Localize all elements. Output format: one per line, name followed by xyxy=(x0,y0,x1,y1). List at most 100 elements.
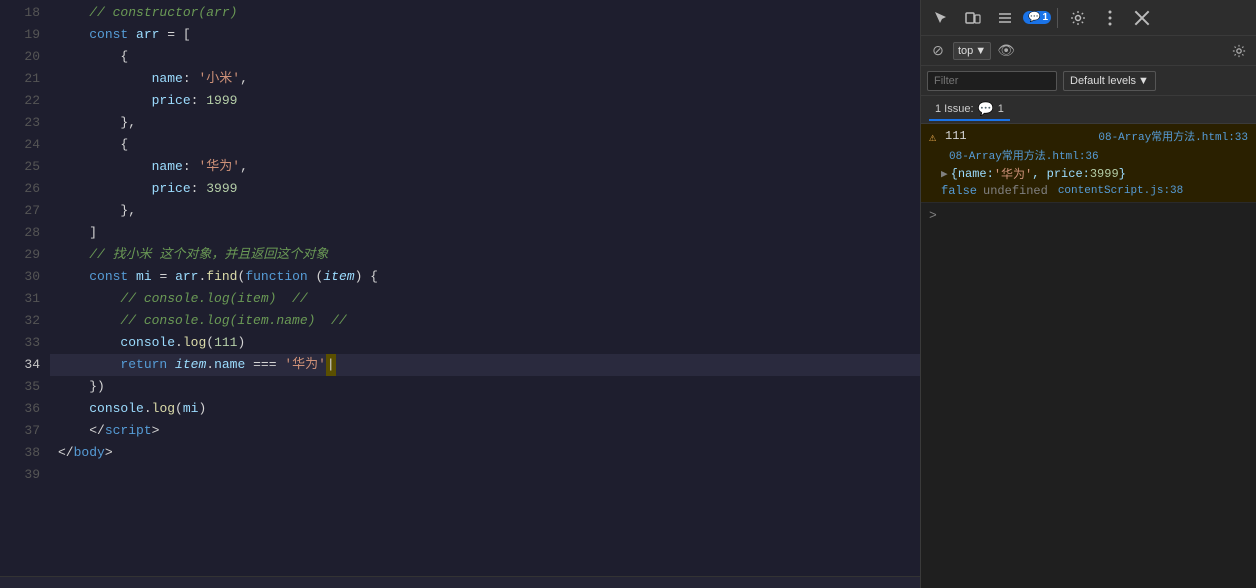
close-devtools-button[interactable] xyxy=(1128,4,1156,32)
line-num-28: 28 xyxy=(0,222,40,244)
line-num-18: 18 xyxy=(0,2,40,24)
line-num-38: 38 xyxy=(0,442,40,464)
code-line-39 xyxy=(50,464,920,486)
more-tabs-button[interactable] xyxy=(991,4,1019,32)
editor-panel: 18 19 20 21 22 23 24 25 26 27 28 29 30 3… xyxy=(0,0,920,588)
entry-price-label: , price: xyxy=(1032,167,1090,181)
line-num-30: 30 xyxy=(0,266,40,288)
code-content: // constructor(arr) const arr = [ { name… xyxy=(50,0,920,576)
console-entry-warn: ⚠ 111 08-Array常用方法.html:33 08-Array常用方法.… xyxy=(921,124,1256,203)
line-num-25: 25 xyxy=(0,156,40,178)
entry-value-111: 111 xyxy=(945,129,1094,143)
dropdown-arrow-icon: ▼ xyxy=(975,45,986,57)
device-icon xyxy=(965,10,981,26)
code-line-28: ] xyxy=(50,222,920,244)
line-num-33: 33 xyxy=(0,332,40,354)
top-label: top xyxy=(958,45,973,57)
code-line-29: // 找小米 这个对象，并且返回这个对象 xyxy=(50,244,920,266)
code-line-20: { xyxy=(50,46,920,68)
inspect-icon-button[interactable] xyxy=(927,4,955,32)
code-line-21: name: '小米', xyxy=(50,68,920,90)
filter-input[interactable] xyxy=(927,71,1057,91)
code-line-31: // console.log(item) // xyxy=(50,288,920,310)
vertical-dots-icon xyxy=(1102,10,1118,26)
console-settings-button[interactable] xyxy=(1228,40,1250,62)
console-gear-icon xyxy=(1232,44,1246,58)
console-prompt: > xyxy=(921,203,1256,227)
line-num-27: 27 xyxy=(0,200,40,222)
warn-icon: ⚠ xyxy=(925,127,945,145)
issues-msg-icon: 💬 xyxy=(978,101,994,117)
console-badge: 💬 1 xyxy=(1023,11,1051,24)
code-line-30: const mi = arr.find(function (item) { xyxy=(50,266,920,288)
line-numbers: 18 19 20 21 22 23 24 25 26 27 28 29 30 3… xyxy=(0,0,50,576)
editor-scrollbar[interactable] xyxy=(0,576,920,588)
entry-link-contentscript[interactable]: contentScript.js:38 xyxy=(1054,185,1187,197)
more-tabs-icon xyxy=(997,10,1013,26)
filter-row: Default levels ▼ xyxy=(921,66,1256,96)
line-num-31: 31 xyxy=(0,288,40,310)
line-num-37: 37 xyxy=(0,420,40,442)
entry-undefined-value: undefined xyxy=(983,184,1048,198)
issues-button[interactable]: 1 Issue: 💬 1 xyxy=(929,99,1010,121)
more-options-button[interactable] xyxy=(1096,4,1124,32)
line-num-23: 23 xyxy=(0,112,40,134)
line-num-22: 22 xyxy=(0,90,40,112)
line-num-34: 34 xyxy=(0,354,40,376)
entry-obj-close: } xyxy=(1119,167,1126,181)
entry-link-line33[interactable]: 08-Array常用方法.html:33 xyxy=(1094,128,1252,144)
code-line-18: // constructor(arr) xyxy=(50,2,920,24)
code-line-23: }, xyxy=(50,112,920,134)
settings-icon-button[interactable] xyxy=(1064,4,1092,32)
console-output[interactable]: ⚠ 111 08-Array常用方法.html:33 08-Array常用方法.… xyxy=(921,124,1256,588)
code-line-26: price: 3999 xyxy=(50,178,920,200)
code-line-33: console.log(111) xyxy=(50,332,920,354)
issues-bar: 1 Issue: 💬 1 xyxy=(921,96,1256,124)
toolbar-separator xyxy=(1057,8,1058,28)
expand-arrow-icon[interactable]: ▶ xyxy=(941,167,948,181)
entry-link-line36[interactable]: 08-Array常用方法.html:36 xyxy=(945,147,1103,163)
devtools-panel: 💬 1 ⊘ xyxy=(920,0,1256,588)
console-badge-button[interactable]: 💬 1 xyxy=(1023,4,1051,32)
gear-icon xyxy=(1070,10,1086,26)
line-num-29: 29 xyxy=(0,244,40,266)
line-num-39: 39 xyxy=(0,464,40,486)
code-line-32: // console.log(item.name) // xyxy=(50,310,920,332)
custom-formatters-button[interactable]: 👁 xyxy=(995,40,1017,62)
code-line-25: name: '华为', xyxy=(50,156,920,178)
issues-count: 1 xyxy=(998,103,1004,115)
code-line-24: { xyxy=(50,134,920,156)
code-line-35: }) xyxy=(50,376,920,398)
line-num-35: 35 xyxy=(0,376,40,398)
code-area: 18 19 20 21 22 23 24 25 26 27 28 29 30 3… xyxy=(0,0,920,576)
console-msg-icon: 💬 xyxy=(1028,12,1040,23)
default-levels-button[interactable]: Default levels ▼ xyxy=(1063,71,1156,91)
code-line-37: </script> xyxy=(50,420,920,442)
line-num-21: 21 xyxy=(0,68,40,90)
code-line-27: }, xyxy=(50,200,920,222)
close-icon xyxy=(1134,10,1150,26)
inspect-icon xyxy=(933,10,949,26)
code-line-38: </body> xyxy=(50,442,920,464)
issues-label: 1 Issue: xyxy=(935,103,974,115)
line-num-32: 32 xyxy=(0,310,40,332)
line-num-26: 26 xyxy=(0,178,40,200)
prompt-chevron-icon: > xyxy=(929,208,937,223)
entry-price-num: 3999 xyxy=(1090,167,1119,181)
entry-name-str: '华为' xyxy=(994,165,1032,182)
line-num-36: 36 xyxy=(0,398,40,420)
console-toolbar: ⊘ top ▼ 👁 xyxy=(921,36,1256,66)
devtools-toolbar: 💬 1 xyxy=(921,0,1256,36)
line-num-20: 20 xyxy=(0,46,40,68)
code-line-36: console.log(mi) xyxy=(50,398,920,420)
line-num-19: 19 xyxy=(0,24,40,46)
top-context-selector[interactable]: top ▼ xyxy=(953,42,991,60)
code-line-19: const arr = [ xyxy=(50,24,920,46)
entry-obj-value: {name: xyxy=(951,167,994,181)
levels-dropdown-icon: ▼ xyxy=(1138,75,1149,87)
code-line-22: price: 1999 xyxy=(50,90,920,112)
line-num-24: 24 xyxy=(0,134,40,156)
clear-console-button[interactable]: ⊘ xyxy=(927,40,949,62)
code-line-34: return item.name === '华为'| xyxy=(50,354,920,376)
device-toolbar-button[interactable] xyxy=(959,4,987,32)
